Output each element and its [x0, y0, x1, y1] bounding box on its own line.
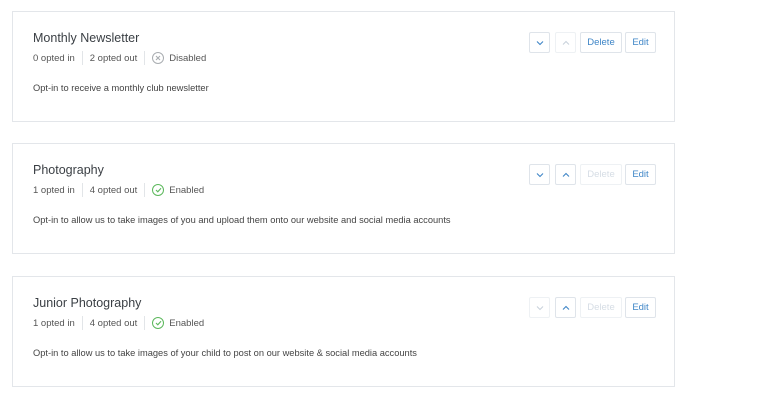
- divider: [81, 51, 83, 65]
- chevron-up-icon: [562, 172, 569, 177]
- move-up-button[interactable]: [555, 32, 576, 53]
- move-down-button[interactable]: [529, 297, 550, 318]
- opted-in-count: 0 opted in: [33, 52, 75, 64]
- opted-out-count: 2 opted out: [89, 52, 138, 64]
- move-down-button[interactable]: [529, 32, 550, 53]
- divider: [144, 316, 146, 330]
- consent-card: Photography 1 opted in 4 opted out Enabl…: [12, 143, 675, 254]
- card-title: Monthly Newsletter: [33, 31, 140, 45]
- edit-button[interactable]: Edit: [625, 164, 656, 185]
- edit-button[interactable]: Edit: [625, 32, 656, 53]
- card-description: Opt-in to allow us to take images of you…: [33, 215, 451, 225]
- check-circle-icon: [152, 317, 165, 329]
- edit-button[interactable]: Edit: [625, 297, 656, 318]
- check-circle-icon: [152, 184, 165, 196]
- status-label: Enabled: [169, 317, 205, 329]
- opted-out-count: 4 opted out: [89, 184, 138, 196]
- x-circle-icon: [152, 52, 165, 64]
- divider: [144, 51, 146, 65]
- divider: [144, 183, 146, 197]
- card-stats: 1 opted in 4 opted out Enabled: [33, 315, 204, 331]
- card-title: Junior Photography: [33, 296, 142, 310]
- move-down-button[interactable]: [529, 164, 550, 185]
- chevron-up-icon: [562, 305, 569, 310]
- move-up-button[interactable]: [555, 297, 576, 318]
- chevron-down-icon: [536, 172, 543, 177]
- status-label: Enabled: [169, 184, 205, 196]
- status-badge: Enabled: [152, 317, 204, 329]
- divider: [81, 316, 83, 330]
- card-description: Opt-in to receive a monthly club newslet…: [33, 83, 209, 93]
- status-label: Disabled: [169, 52, 207, 64]
- card-stats: 0 opted in 2 opted out Disabled: [33, 50, 206, 66]
- chevron-down-icon: [536, 40, 543, 45]
- divider: [81, 183, 83, 197]
- consent-card: Monthly Newsletter 0 opted in 2 opted ou…: [12, 11, 675, 122]
- status-badge: Disabled: [152, 52, 206, 64]
- chevron-up-icon: [562, 40, 569, 45]
- delete-button[interactable]: Delete: [580, 164, 622, 185]
- opted-in-count: 1 opted in: [33, 317, 75, 329]
- opted-in-count: 1 opted in: [33, 184, 75, 196]
- status-badge: Enabled: [152, 184, 204, 196]
- opted-out-count: 4 opted out: [89, 317, 138, 329]
- chevron-down-icon: [536, 305, 543, 310]
- card-description: Opt-in to allow us to take images of you…: [33, 348, 417, 358]
- delete-button[interactable]: Delete: [580, 32, 622, 53]
- delete-button[interactable]: Delete: [580, 297, 622, 318]
- consent-card: Junior Photography 1 opted in 4 opted ou…: [12, 276, 675, 387]
- card-title: Photography: [33, 163, 104, 177]
- card-stats: 1 opted in 4 opted out Enabled: [33, 182, 204, 198]
- move-up-button[interactable]: [555, 164, 576, 185]
